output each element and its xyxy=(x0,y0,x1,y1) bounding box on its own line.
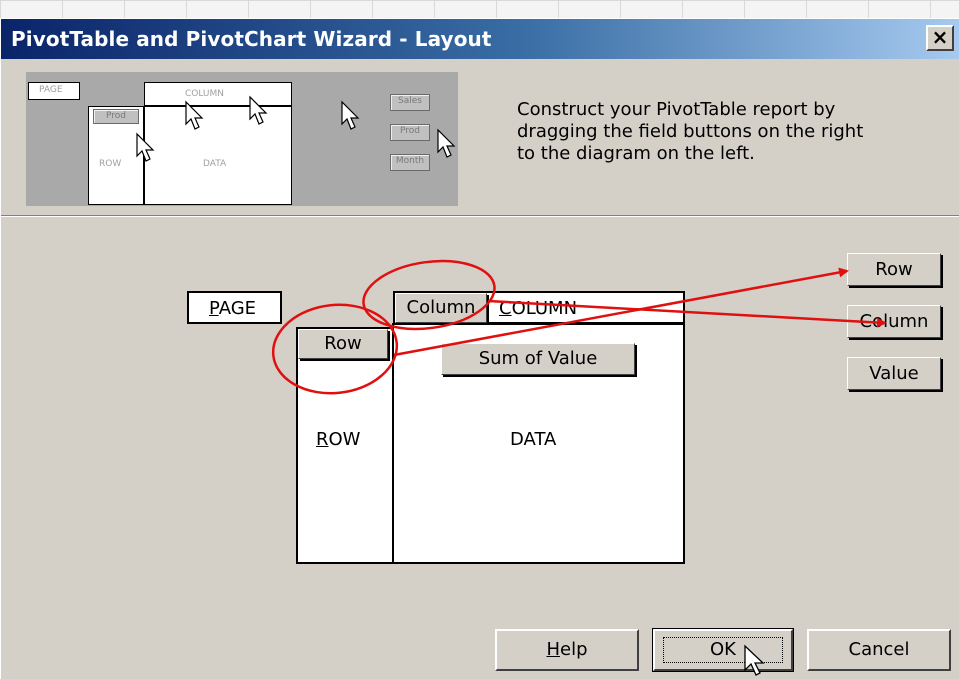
illustration-cursor-icon xyxy=(437,128,456,158)
ok-button[interactable]: OK xyxy=(652,628,794,672)
illustration-field-month: Month xyxy=(390,154,430,171)
focus-indicator xyxy=(663,637,783,663)
cancel-button[interactable]: Cancel xyxy=(807,629,951,671)
illustration-row-field: Prod xyxy=(93,109,139,124)
instructions-text: Construct your PivotTable report by drag… xyxy=(517,99,864,164)
row-field-button[interactable]: Row xyxy=(298,329,388,359)
layout-illustration: PAGE COLUMN Prod ROW DATA Sales Prod Mon… xyxy=(26,72,458,206)
illustration-field-sales: Sales xyxy=(390,94,430,111)
field-value-button[interactable]: Value xyxy=(847,357,941,390)
row-area-label: ROW xyxy=(316,429,361,450)
dialog-title: PivotTable and PivotChart Wizard - Layou… xyxy=(11,27,492,51)
row-drop-area[interactable]: ROW xyxy=(296,327,394,564)
illustration-data-area: DATA xyxy=(144,106,292,205)
data-field-button[interactable]: Sum of Value xyxy=(441,343,635,375)
column-field-button[interactable]: Column xyxy=(395,293,487,323)
title-bar: PivotTable and PivotChart Wizard - Layou… xyxy=(1,19,959,59)
data-area-label: DATA xyxy=(510,429,557,450)
pivot-wizard-dialog: PivotTable and PivotChart Wizard - Layou… xyxy=(0,18,959,679)
field-column-button[interactable]: Column xyxy=(847,305,941,338)
illustration-page-label: PAGE xyxy=(39,85,63,95)
illustration-data-label: DATA xyxy=(203,159,227,169)
illustration-column-label: COLUMN xyxy=(185,89,225,99)
close-icon: × xyxy=(931,25,949,49)
separator-line xyxy=(1,215,959,217)
page-drop-area[interactable]: PAGE xyxy=(187,291,282,324)
illustration-row-label: ROW xyxy=(99,159,122,169)
illustration-page-area: PAGE xyxy=(28,82,80,100)
close-button[interactable]: × xyxy=(926,25,954,51)
column-area-label: COLUMN xyxy=(499,298,578,319)
illustration-column-area: COLUMN xyxy=(144,82,292,106)
illustration-cursor-icon xyxy=(341,100,360,130)
page-area-label: PAGE xyxy=(209,298,257,319)
illustration-field-prod: Prod xyxy=(390,124,430,141)
field-row-button[interactable]: Row xyxy=(847,253,941,286)
illustration-row-area: Prod ROW xyxy=(88,106,144,205)
help-button[interactable]: Help xyxy=(495,629,639,671)
